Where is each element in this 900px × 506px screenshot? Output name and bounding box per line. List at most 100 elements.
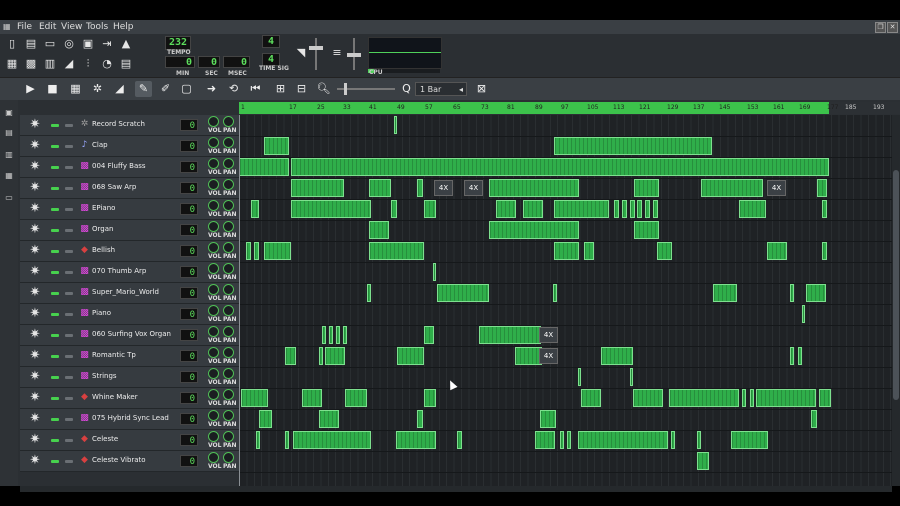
pattern-clip[interactable]: [802, 305, 805, 323]
track-lane[interactable]: [239, 451, 892, 473]
loop-points-icon[interactable]: ⟲: [225, 81, 242, 97]
track-mute-button[interactable]: [51, 460, 59, 463]
track-settings-icon[interactable]: ✷: [28, 202, 42, 216]
track-mute-button[interactable]: [51, 418, 59, 421]
pattern-clip[interactable]: [325, 347, 345, 365]
pattern-clip[interactable]: [396, 431, 436, 449]
track-settings-icon[interactable]: ✷: [28, 433, 42, 447]
track-lane[interactable]: [239, 409, 892, 431]
track-solo-button[interactable]: [65, 271, 73, 274]
track-mute-button[interactable]: [51, 376, 59, 379]
play-icon[interactable]: ▶: [22, 81, 39, 97]
volume-knob[interactable]: [208, 263, 219, 274]
pattern-clip[interactable]: [653, 200, 658, 218]
track-header[interactable]: ✷ ♪ Clap 0 VOL PAN: [20, 136, 239, 157]
zoom-slider-handle[interactable]: [344, 83, 347, 95]
master-volume-handle[interactable]: [309, 46, 323, 50]
pattern-clip[interactable]: [567, 431, 571, 449]
auto-scroll-icon[interactable]: ➜: [203, 81, 220, 97]
track-header[interactable]: ✷ ▩ Romantic Tp 0 VOL PAN: [20, 346, 239, 367]
pattern-clip[interactable]: [285, 431, 289, 449]
close-icon[interactable]: ✕: [887, 22, 898, 33]
track-lane[interactable]: [239, 115, 892, 137]
track-lane[interactable]: 4X: [239, 346, 892, 368]
track-header[interactable]: ✷ ▩ 004 Fluffy Bass 0 VOL PAN: [20, 157, 239, 178]
automation-editor-icon[interactable]: ◢: [61, 57, 77, 71]
pattern-clip[interactable]: [584, 242, 594, 260]
track-name[interactable]: Strings: [92, 372, 117, 380]
pattern-clip[interactable]: [554, 200, 609, 218]
select-mode-icon[interactable]: ▢: [178, 81, 195, 97]
pattern-clip[interactable]: [343, 326, 347, 344]
master-pitch-handle[interactable]: [347, 53, 361, 57]
remove-bar-icon[interactable]: ⊟: [293, 81, 310, 97]
pattern-clip[interactable]: [489, 221, 579, 239]
track-lane[interactable]: [239, 241, 892, 263]
volume-knob[interactable]: [208, 389, 219, 400]
add-automation-track-icon[interactable]: ◢: [111, 81, 128, 97]
pattern-clip[interactable]: [264, 137, 289, 155]
pattern-clip[interactable]: [496, 200, 516, 218]
track-solo-button[interactable]: [65, 334, 73, 337]
pattern-clip[interactable]: [630, 200, 635, 218]
pattern-clip[interactable]: [697, 452, 709, 470]
my-home-icon[interactable]: ▦: [4, 171, 14, 181]
pan-knob[interactable]: [223, 410, 234, 421]
pattern-clip[interactable]: [329, 326, 333, 344]
pan-knob[interactable]: [223, 347, 234, 358]
add-sample-track-icon[interactable]: ✲: [89, 81, 106, 97]
pattern-clip[interactable]: [822, 200, 827, 218]
pattern-clip[interactable]: [671, 431, 675, 449]
track-header[interactable]: ✷ ▩ 075 Hybrid Sync Lead 0 VOL PAN: [20, 409, 239, 430]
track-lane[interactable]: 4X: [239, 325, 892, 347]
controller-rack-icon[interactable]: ◔: [99, 57, 115, 71]
track-name[interactable]: Celeste: [92, 435, 118, 443]
vertical-scrollbar[interactable]: [892, 115, 900, 486]
volume-knob[interactable]: [208, 200, 219, 211]
track-settings-icon[interactable]: ✷: [28, 244, 42, 258]
pattern-clip[interactable]: [256, 431, 260, 449]
my-presets-icon[interactable]: ▥: [4, 150, 14, 160]
track-mute-button[interactable]: [51, 334, 59, 337]
vertical-scroll-thumb[interactable]: [893, 170, 899, 400]
pan-knob[interactable]: [223, 326, 234, 337]
track-solo-button[interactable]: [65, 166, 73, 169]
track-settings-icon[interactable]: ✷: [28, 223, 42, 237]
track-header[interactable]: ✷ ▩ Piano 0 VOL PAN: [20, 304, 239, 325]
pan-knob[interactable]: [223, 431, 234, 442]
volume-knob[interactable]: [208, 158, 219, 169]
track-lane[interactable]: [239, 262, 892, 284]
oscilloscope[interactable]: [368, 37, 442, 69]
pattern-clip[interactable]: [264, 242, 291, 260]
pattern-clip[interactable]: [822, 242, 827, 260]
pan-knob[interactable]: [223, 389, 234, 400]
piano-roll-icon[interactable]: ▥: [42, 57, 58, 71]
stop-behaviour-icon[interactable]: ⏮: [247, 81, 264, 97]
pattern-clip[interactable]: [259, 410, 272, 428]
volume-knob[interactable]: [208, 410, 219, 421]
pattern-clip[interactable]: [540, 410, 556, 428]
track-solo-button[interactable]: [65, 355, 73, 358]
time-sig-numerator[interactable]: 4: [262, 35, 280, 48]
track-header[interactable]: ✷ ◆ Bellish 0 VOL PAN: [20, 241, 239, 262]
pattern-clip[interactable]: [553, 284, 557, 302]
pattern-clip[interactable]: [697, 431, 701, 449]
pattern-clip[interactable]: [241, 389, 268, 407]
pattern-clip[interactable]: [817, 179, 827, 197]
track-name[interactable]: Clap: [92, 141, 108, 149]
pattern-clip[interactable]: [254, 242, 259, 260]
insert-bar-icon[interactable]: ⊞: [272, 81, 289, 97]
pattern-clip[interactable]: [336, 326, 340, 344]
pattern-clip[interactable]: [581, 389, 601, 407]
tempo-lcd[interactable]: 232: [165, 36, 191, 50]
track-name[interactable]: Whine Maker: [92, 393, 138, 401]
track-solo-button[interactable]: [65, 145, 73, 148]
muted-pattern-clip[interactable]: 4X: [539, 327, 558, 343]
track-mute-button[interactable]: [51, 145, 59, 148]
track-name[interactable]: 068 Saw Arp: [92, 183, 136, 191]
track-mute-button[interactable]: [51, 208, 59, 211]
track-solo-button[interactable]: [65, 229, 73, 232]
track-lane[interactable]: [239, 220, 892, 242]
track-mute-button[interactable]: [51, 397, 59, 400]
pattern-clip[interactable]: [291, 200, 371, 218]
